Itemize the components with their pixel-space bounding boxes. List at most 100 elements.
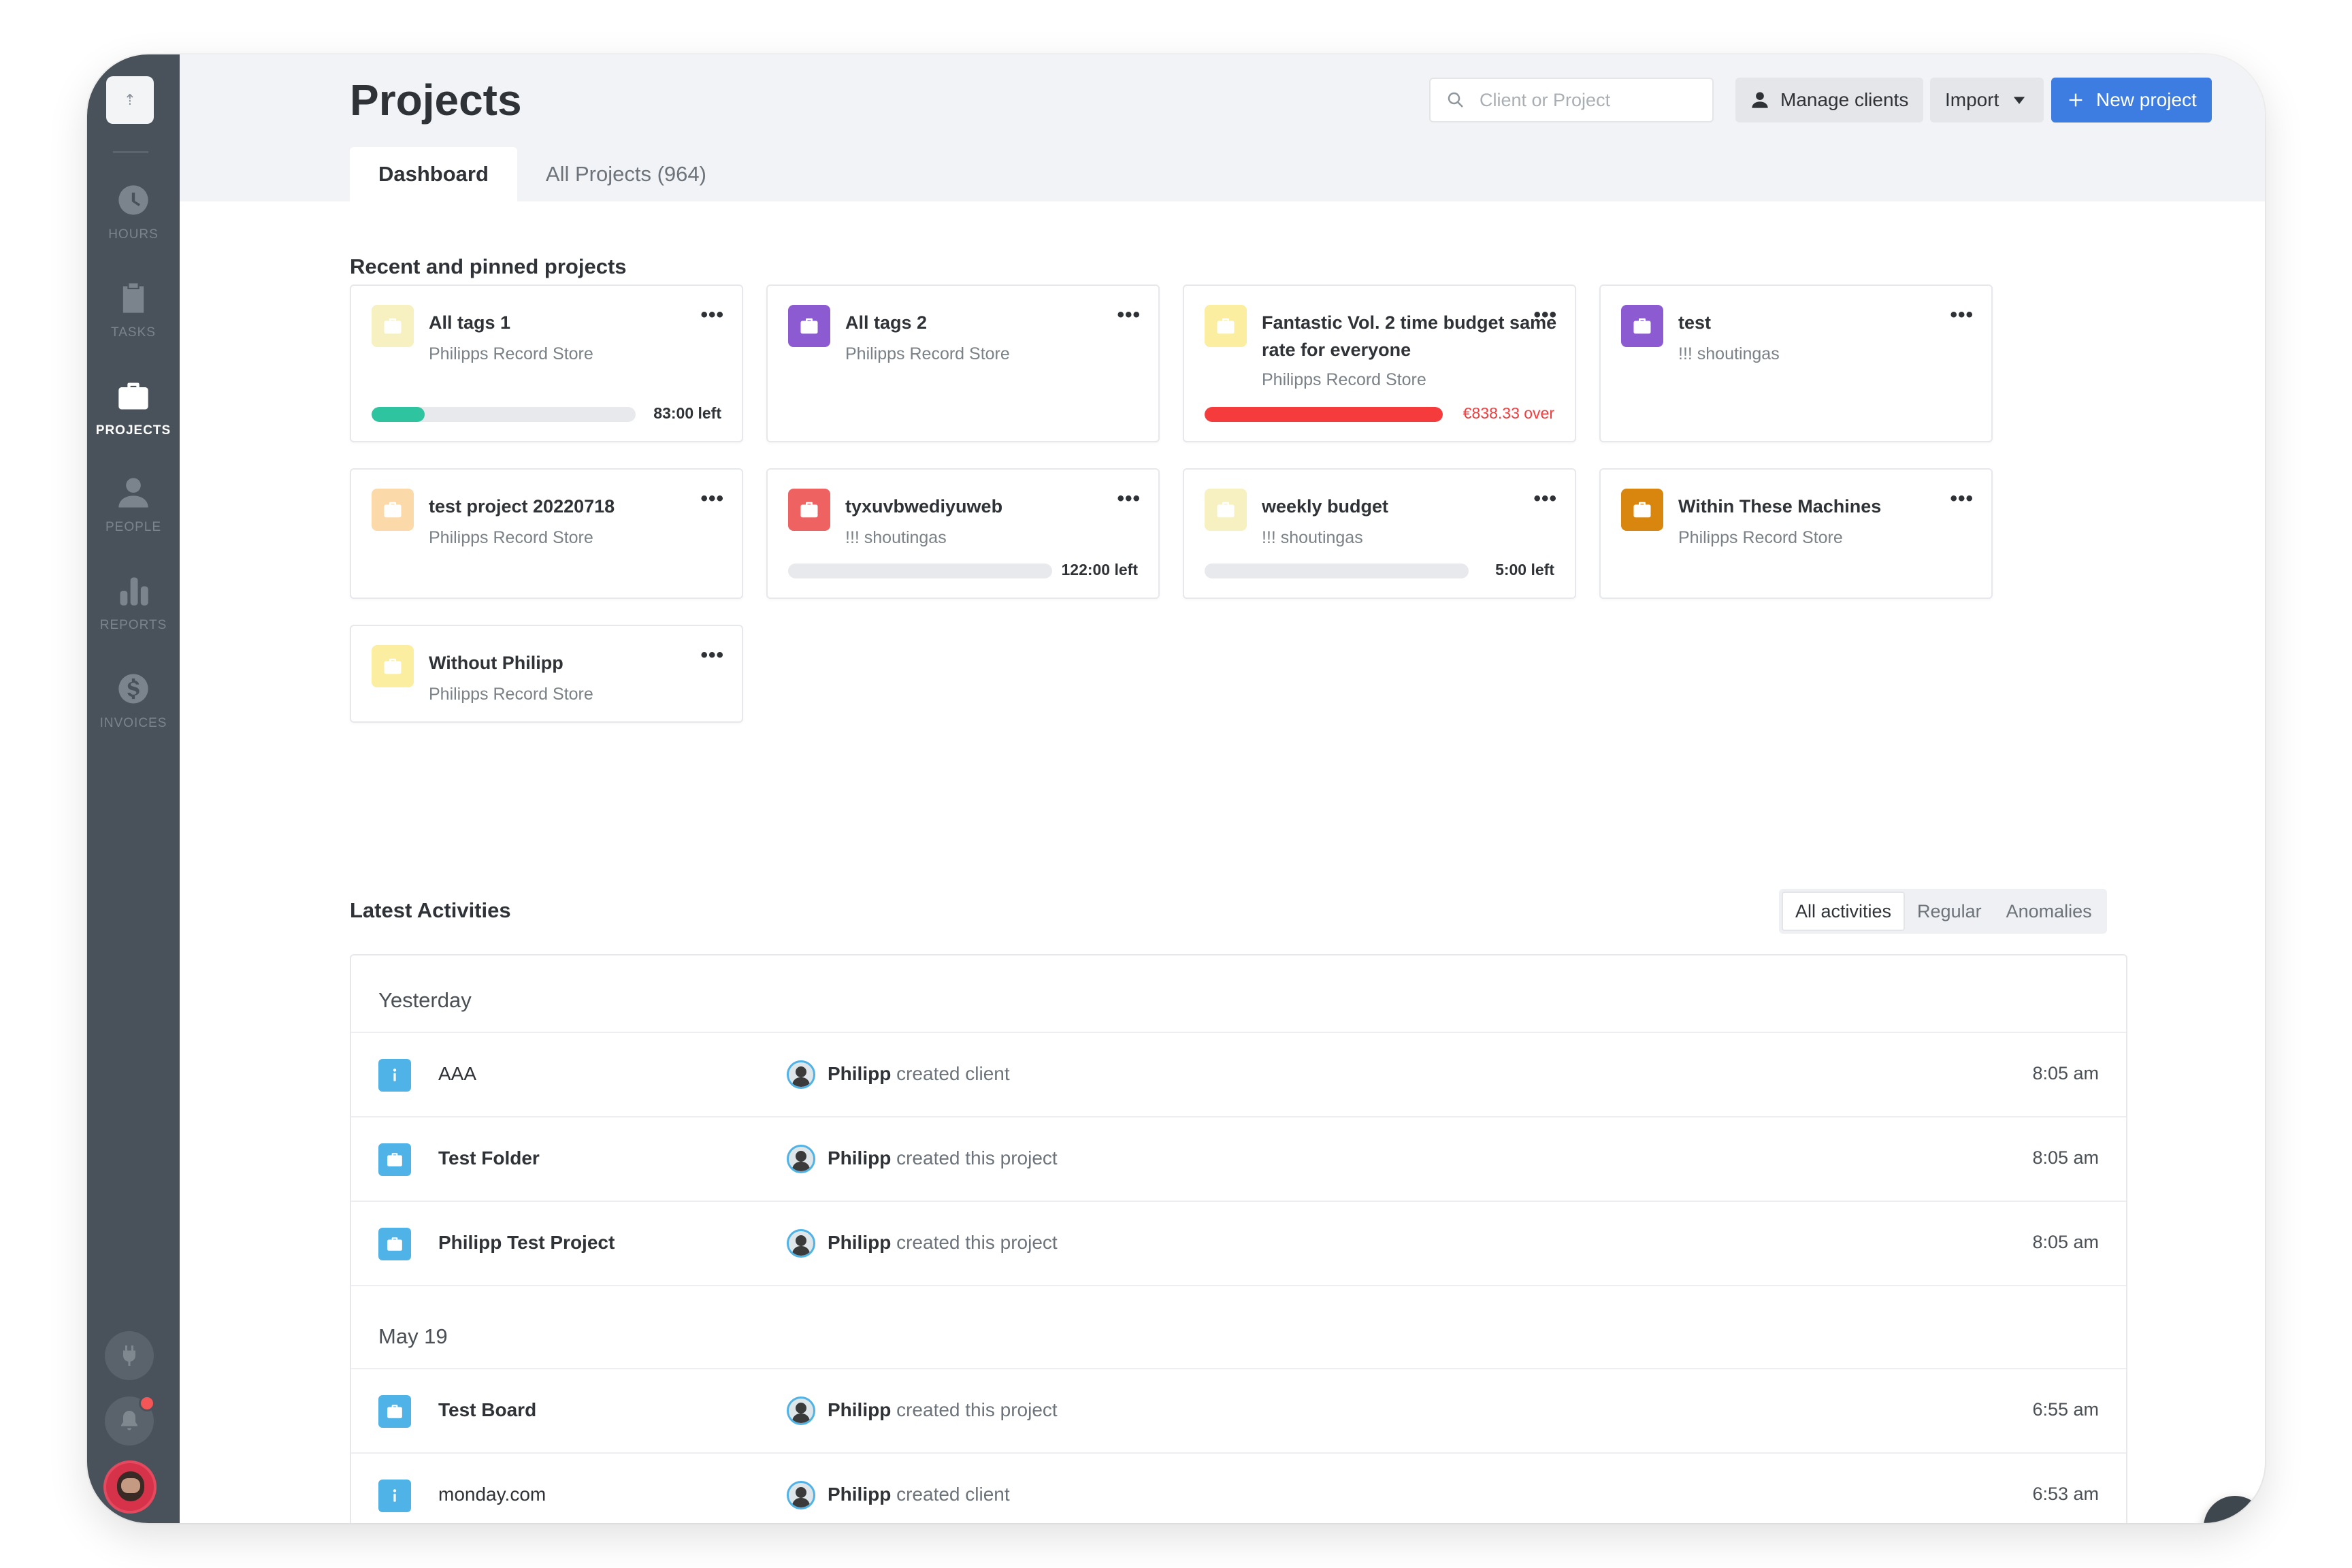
avatar-body (792, 1414, 810, 1423)
briefcase-icon (384, 658, 402, 674)
project-client: Philipps Record Store (429, 344, 593, 363)
project-card[interactable]: All tags 2 Philipps Record Store ••• (766, 284, 1160, 442)
project-icon (378, 1395, 411, 1428)
activity-row[interactable]: AAA Philipp created client 8:05 am (351, 1032, 2126, 1115)
notifications-button[interactable] (105, 1395, 155, 1446)
clock-icon (118, 185, 148, 215)
budget-progress-bar (788, 564, 1052, 578)
notification-badge (139, 1395, 155, 1411)
budget-remaining: 83:00 left (653, 404, 721, 422)
project-title: weekly budget (1262, 496, 1389, 517)
sidebar-item-label: INVOICES (99, 716, 167, 730)
activity-action: created this project (896, 1399, 1058, 1420)
budget-remaining: €838.33 over (1463, 404, 1554, 422)
tabs: Dashboard All Projects (964) (350, 147, 735, 201)
search-input[interactable] (1480, 89, 1704, 111)
project-icon (378, 1143, 411, 1176)
user-avatar (787, 1396, 815, 1425)
filter-all-activities[interactable]: All activities (1782, 892, 1906, 931)
project-title: Fantastic Vol. 2 time budget same rate f… (1262, 312, 1557, 360)
project-color-icon (788, 489, 830, 531)
avatar[interactable] (103, 1460, 157, 1514)
activity-row[interactable]: Philipp Test Project Philipp created this… (351, 1200, 2126, 1284)
activity-row[interactable]: Test Folder Philipp created this project 8… (351, 1116, 2126, 1199)
sidebar-item-label: REPORTS (99, 618, 167, 632)
activity-user: Philipp (828, 1399, 892, 1420)
project-card[interactable]: Fantastic Vol. 2 time budget same rate f… (1183, 284, 1576, 442)
project-client: !!! shoutingas (1262, 528, 1363, 547)
sidebar-item-reports[interactable]: REPORTS (87, 573, 180, 655)
manage-clients-button[interactable]: Manage clients (1735, 78, 1924, 122)
activity-user: Philipp (828, 1063, 892, 1084)
activity-row[interactable]: Test Board Philipp created this project 6:… (351, 1368, 2126, 1451)
person-icon (118, 478, 148, 508)
briefcase-icon (384, 318, 402, 334)
more-options-icon[interactable]: ••• (1117, 304, 1141, 327)
project-title: test (1678, 312, 1712, 333)
activity-group-title: May 19 (378, 1324, 448, 1348)
sidebar-item-projects[interactable]: PROJECTS (87, 378, 180, 460)
activity-action: created client (896, 1063, 1010, 1084)
activity-row[interactable]: monday.com Philipp created client 6:53 am (351, 1452, 2126, 1523)
project-color-icon (1621, 305, 1663, 347)
sidebar-item-hours[interactable]: HOURS (87, 182, 180, 264)
project-card[interactable]: Without Philipp Philipps Record Store ••• (350, 625, 743, 723)
activity-item-name[interactable]: Test Board (438, 1399, 536, 1421)
avatar-head (796, 1403, 806, 1414)
project-client: !!! shoutingas (1678, 344, 1780, 363)
project-icon (378, 1228, 411, 1260)
briefcase-icon (118, 382, 148, 410)
project-title: test project 20220718 (429, 496, 615, 517)
project-title: Within These Machines (1678, 496, 1882, 517)
activity-item-name[interactable]: monday.com (438, 1484, 546, 1505)
bell-icon (121, 1411, 137, 1431)
more-options-icon[interactable]: ••• (700, 487, 724, 510)
filter-regular[interactable]: Regular (1905, 892, 1994, 931)
avatar-head (796, 1487, 806, 1498)
activity-description: Philipp created this project (828, 1147, 1058, 1169)
tab-all-projects[interactable]: All Projects (964) (517, 147, 735, 201)
filter-anomalies[interactable]: Anomalies (1994, 892, 2104, 931)
activity-item-name[interactable]: Test Folder (438, 1147, 540, 1169)
project-color-icon (1205, 489, 1247, 531)
more-options-icon[interactable]: ••• (700, 304, 724, 327)
help-button[interactable]: ? (2204, 1496, 2265, 1523)
activity-item-name[interactable]: Philipp Test Project (438, 1232, 615, 1254)
project-title: tyxuvbwediyuweb (845, 496, 1003, 517)
activity-action: created this project (896, 1232, 1058, 1253)
activity-item-name[interactable]: AAA (438, 1063, 476, 1085)
activity-user: Philipp (828, 1232, 892, 1253)
logo[interactable]: ⇡ (106, 76, 154, 124)
more-options-icon[interactable]: ••• (1533, 487, 1557, 510)
more-options-icon[interactable]: ••• (1533, 304, 1557, 327)
search-box[interactable] (1429, 78, 1714, 122)
latest-activities-title: Latest Activities (350, 898, 511, 922)
project-card[interactable]: weekly budget !!! shoutingas ••• 5:00 left (1183, 468, 1576, 599)
import-button[interactable]: Import (1930, 78, 2044, 122)
more-options-icon[interactable]: ••• (1950, 304, 1974, 327)
project-client: Philipps Record Store (429, 685, 593, 704)
tab-dashboard[interactable]: Dashboard (350, 147, 517, 201)
info-icon (393, 1068, 397, 1081)
project-color-icon (372, 489, 414, 531)
new-project-button[interactable]: New project (2051, 78, 2212, 122)
project-card[interactable]: test project 20220718 Philipps Record Sto… (350, 468, 743, 599)
activity-description: Philipp created client (828, 1063, 1010, 1085)
sidebar-item-label: PEOPLE (105, 520, 162, 534)
more-options-icon[interactable]: ••• (700, 644, 724, 667)
briefcase-icon (1217, 318, 1235, 334)
more-options-icon[interactable]: ••• (1117, 487, 1141, 510)
project-card[interactable]: tyxuvbwediyuweb !!! shoutingas ••• 122:00 l… (766, 468, 1160, 599)
project-title: All tags 1 (429, 312, 511, 333)
avatar-face (121, 1478, 140, 1493)
project-card[interactable]: All tags 1 Philipps Record Store ••• 83:00 … (350, 284, 743, 442)
sidebar-item-people[interactable]: PEOPLE (87, 475, 180, 557)
sidebar-item-tasks[interactable]: TASKS (87, 280, 180, 362)
project-card[interactable]: test !!! shoutingas ••• (1599, 284, 1993, 442)
sidebar-item-invoices[interactable]: INVOICES (87, 671, 180, 753)
integrations-button[interactable] (105, 1331, 154, 1380)
more-options-icon[interactable]: ••• (1950, 487, 1974, 510)
briefcase-icon (800, 318, 818, 334)
project-card[interactable]: Within These Machines Philipps Record Sto… (1599, 468, 1993, 599)
project-color-icon (788, 305, 830, 347)
